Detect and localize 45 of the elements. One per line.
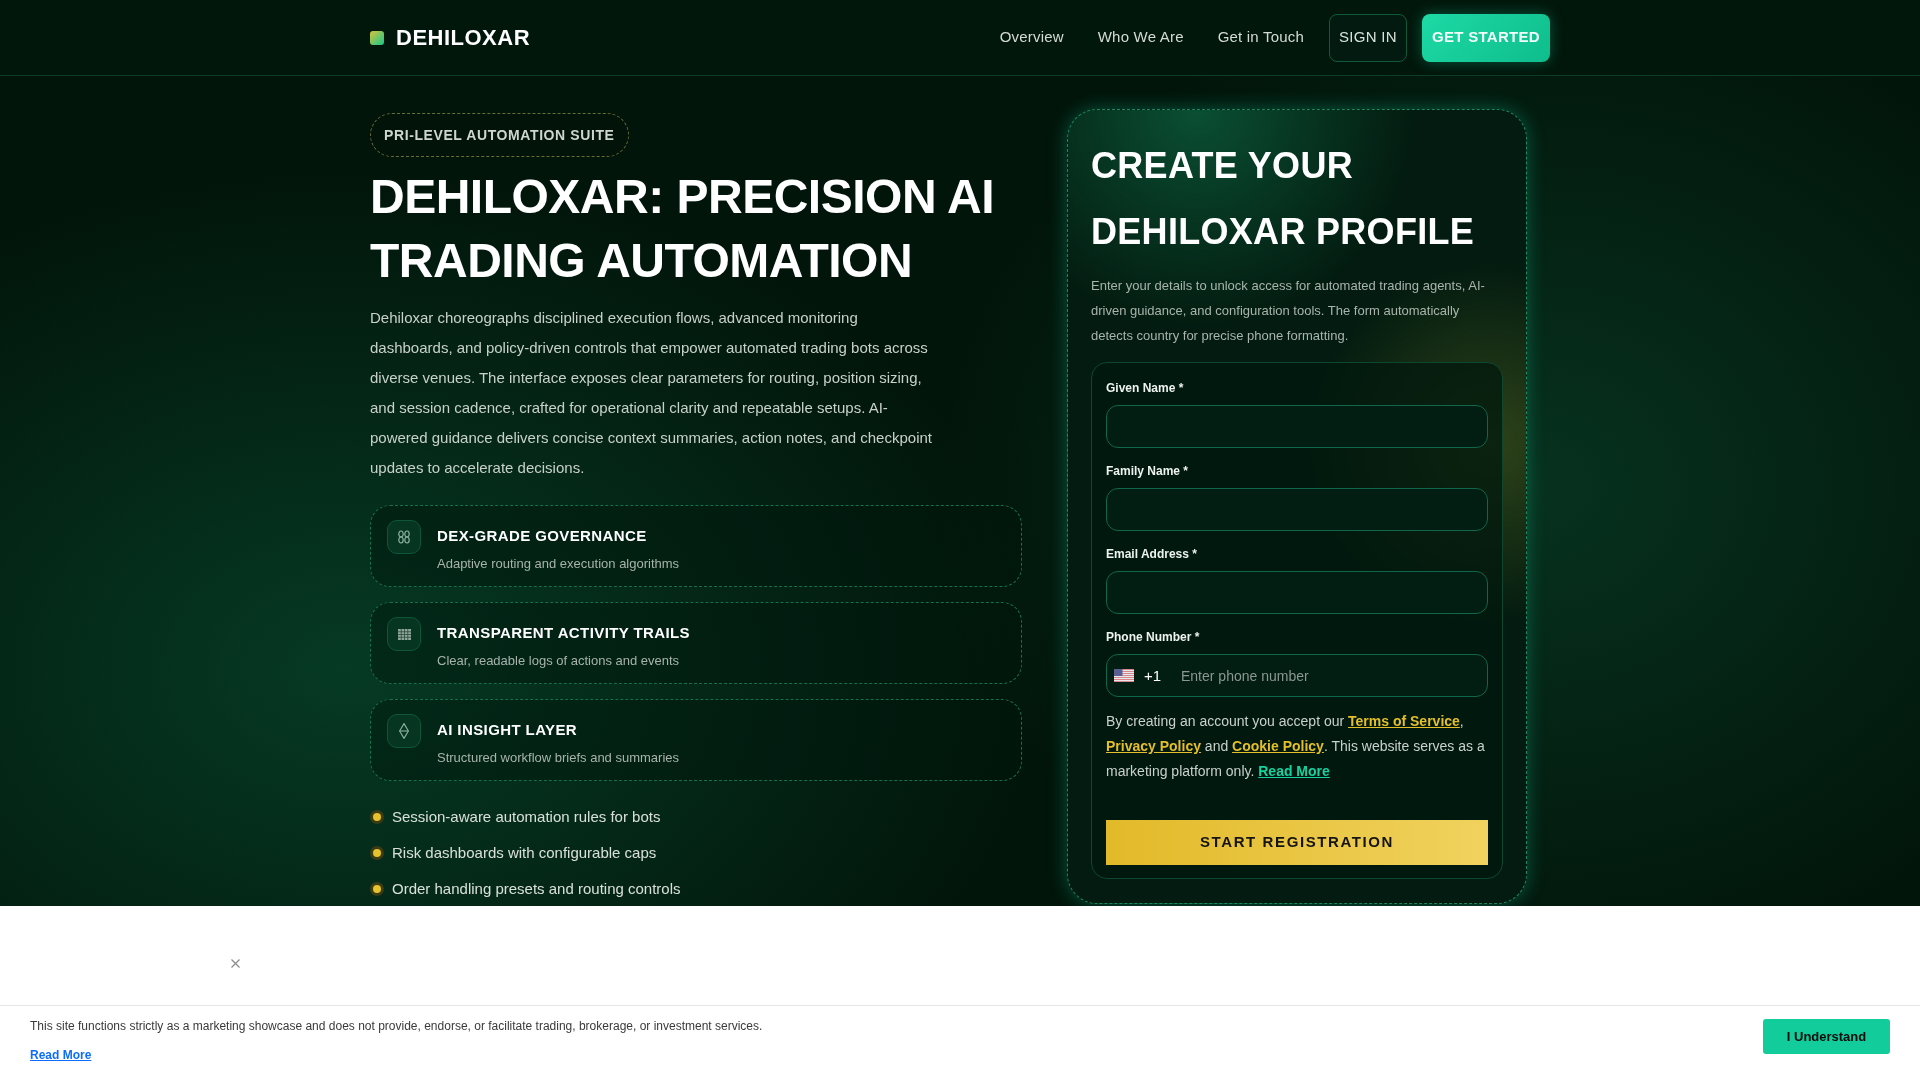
feature-subtitle: Clear, readable logs of actions and events [437,651,680,670]
nav-link[interactable]: Get in Touch [1217,26,1304,49]
logo-icon [370,30,384,45]
input-field[interactable] [1106,488,1488,531]
hero-heading: DEHILOXAR: PRECISION AI TRADING AUTOMATION [370,169,996,289]
form-description: Enter your details to unlock access for automated trading agents, AI-driven guidance, and configuration tools. The form automatically detects country for precise phone formatting. [1091,277,1486,345]
read-more-link[interactable]: Read More [30,1046,92,1064]
field-label: Given Name * [1106,380,1185,397]
read-more-link[interactable]: Read More [1258,763,1330,779]
field-label: Family Name * [1106,463,1190,480]
policy-link[interactable]: Terms of Service [1348,713,1460,729]
bullet-icon [370,882,384,896]
input-field[interactable] [1106,405,1488,448]
grid-icon [387,617,421,651]
dial-code: +1 [1144,666,1162,686]
bullet-icon [370,810,384,824]
feature-title: DEX-GRADE GOVERNANCE [437,526,647,546]
diamond-icon [387,714,421,748]
consent-text: By creating an account you accept our Terms of Service, Privacy Policy and Cookie Policy. This website serves as a marketing platform only. Read More [1106,712,1486,781]
field-label: Email Address * [1106,546,1198,563]
bullet-icon [370,846,384,860]
sign-in-button[interactable]: SIGN IN [1329,13,1407,62]
bullet-text: Order handling presets and routing controls [392,878,681,899]
bullet-text: Risk dashboards with configurable caps [392,842,657,863]
start-registration-button[interactable]: START REGISTRATION [1106,820,1488,865]
input-field[interactable] [1106,571,1488,614]
bullet-text: Session-aware automation rules for bots [392,806,661,827]
policy-link[interactable]: Privacy Policy [1106,738,1201,754]
nav-link[interactable]: Who We Are [1097,26,1184,49]
feature-subtitle: Adaptive routing and execution algorithms [437,554,680,573]
feature-title: AI INSIGHT LAYER [437,720,578,740]
form-heading: CREATE YOUR DEHILOXAR PROFILE [1091,144,1476,254]
field-label: Phone Number * [1106,629,1201,646]
chain-icon [387,520,421,554]
feature-title: TRANSPARENT ACTIVITY TRAILS [437,623,691,643]
cookie-notice-text: This site functions strictly as a marketing showcase and does not provide, endorse, or facilitate trading, brokerage, or investment services. [30,1018,763,1035]
brand-name[interactable]: DEHILOXAR [396,21,531,54]
policy-link[interactable]: Cookie Policy [1232,738,1324,754]
understand-button[interactable]: I Understand [1763,1019,1890,1054]
hero-description: Dehiloxar choreographs disciplined execution flows, advanced monitoring dashboards, and policy-driven controls that empower automated trading bots across diverse venues. The interface exposes clear parameters for routing, position sizing, and session cadence, crafted for operational clarity and repeatable setups. AI-powered guidance delivers concise context summaries, action notes, and checkpoint updates to accelerate decisions. [370,308,933,478]
feature-subtitle: Structured workflow briefs and summaries [437,748,680,767]
flag-icon[interactable] [1114,669,1134,682]
nav-link[interactable]: Overview [999,26,1064,49]
tagline-badge: PRI-LEVEL AUTOMATION SUITE [370,113,629,157]
close-icon[interactable] [231,959,240,969]
